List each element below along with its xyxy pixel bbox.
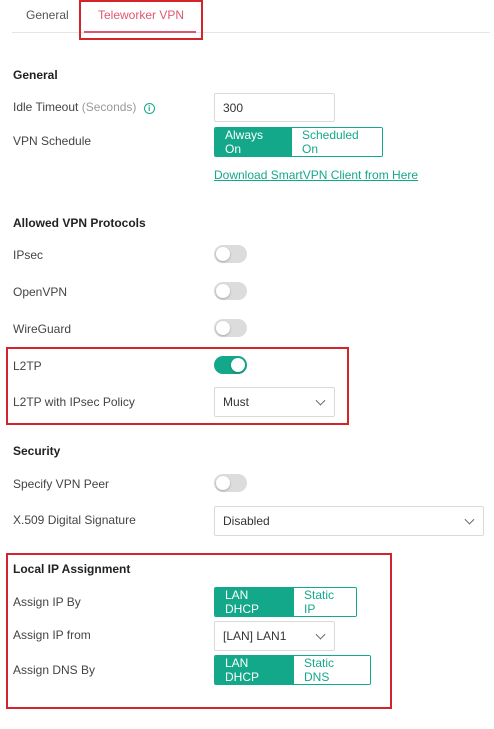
highlight-box-l2tp — [6, 347, 349, 425]
specify-vpn-peer-toggle[interactable] — [214, 474, 247, 492]
idle-timeout-input[interactable]: 300 — [214, 93, 335, 122]
always-on-option[interactable]: Always On — [215, 128, 292, 156]
toggle-knob — [216, 476, 230, 490]
wireguard-label: WireGuard — [13, 322, 72, 336]
section-title-security: Security — [13, 444, 61, 458]
tab-general[interactable]: General — [26, 8, 69, 22]
vpn-schedule-segmented: Always On Scheduled On — [214, 127, 383, 157]
info-icon[interactable]: i — [143, 103, 155, 114]
idle-timeout-unit: (Seconds) — [81, 100, 137, 114]
idle-timeout-value: 300 — [223, 100, 244, 115]
toggle-knob — [216, 284, 230, 298]
ipsec-label: IPsec — [13, 248, 44, 262]
chevron-down-icon — [464, 514, 475, 525]
x509-select[interactable]: Disabled — [214, 506, 484, 536]
idle-timeout-label: Idle Timeout (Seconds) i — [13, 100, 155, 114]
section-title-protocols: Allowed VPN Protocols — [13, 216, 146, 230]
vpn-schedule-label: VPN Schedule — [13, 134, 92, 148]
openvpn-label: OpenVPN — [13, 285, 68, 299]
x509-label: X.509 Digital Signature — [13, 513, 136, 527]
idle-timeout-label-text: Idle Timeout — [13, 100, 79, 114]
openvpn-toggle[interactable] — [214, 282, 247, 300]
highlight-box-local-ip — [6, 553, 392, 709]
specify-vpn-peer-label: Specify VPN Peer — [13, 477, 110, 491]
wireguard-toggle[interactable] — [214, 319, 247, 337]
section-title-general: General — [13, 68, 58, 82]
ipsec-toggle[interactable] — [214, 245, 247, 263]
x509-value: Disabled — [223, 514, 270, 528]
download-smartvpn-link[interactable]: Download SmartVPN Client from Here — [214, 168, 418, 182]
toggle-knob — [216, 321, 230, 335]
toggle-knob — [216, 247, 230, 261]
scheduled-on-option[interactable]: Scheduled On — [292, 128, 382, 156]
highlight-box-tab — [79, 0, 203, 40]
